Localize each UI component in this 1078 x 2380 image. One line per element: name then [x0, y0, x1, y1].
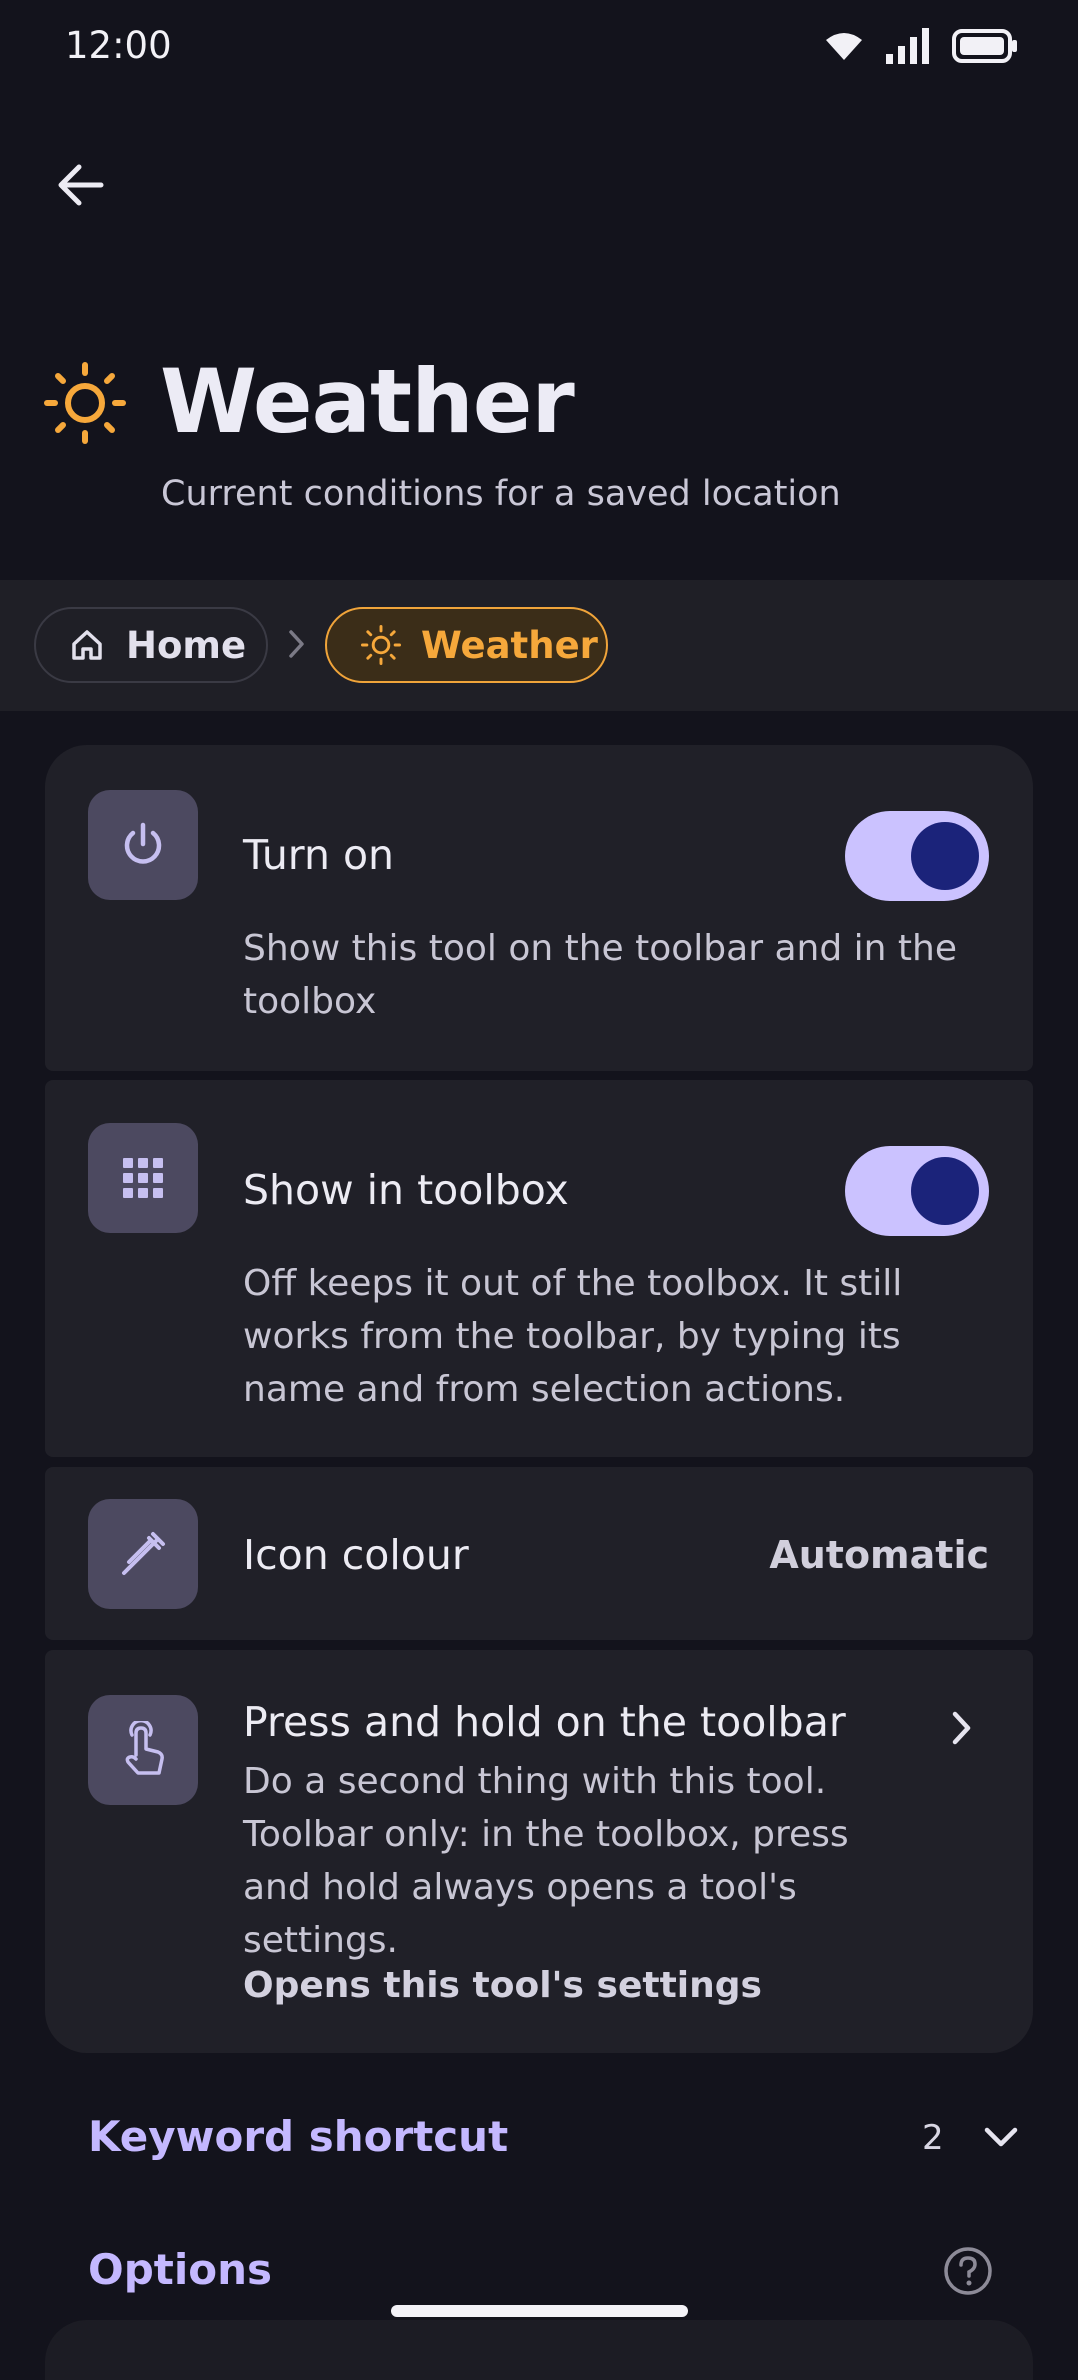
power-icon [124, 822, 162, 864]
show-in-toolbox-setting[interactable]: Show in toolbox Off keeps it out of the … [45, 1080, 1033, 1457]
eyedropper-icon [122, 1532, 165, 1575]
options-header: Options [88, 2245, 272, 2294]
sun-icon [361, 625, 401, 665]
turn-on-setting[interactable]: Turn on Show this tool on the toolbar an… [45, 745, 1033, 1071]
icon-colour-setting[interactable]: Icon colour Automatic [45, 1467, 1033, 1640]
turn-on-toggle[interactable] [845, 811, 989, 901]
turn-on-description: Show this tool on the toolbar and in the… [243, 928, 957, 1022]
press-and-hold-value: Opens this tool's settings [243, 1965, 762, 2006]
toggle-knob [911, 822, 979, 890]
home-indicator[interactable] [391, 2305, 688, 2317]
icon-colour-value: Automatic [769, 1533, 989, 1577]
show-in-toolbox-title: Show in toolbox [243, 1166, 569, 1214]
eyedropper-icon-box [88, 1499, 198, 1609]
grid-icon-box [88, 1123, 198, 1233]
touch-hand-icon [125, 1721, 164, 1775]
battery-icon [952, 29, 1017, 63]
wifi-icon [826, 33, 862, 60]
help-circle-icon[interactable] [942, 2245, 994, 2297]
icon-colour-title: Icon colour [243, 1531, 469, 1579]
touch-hand-icon-box [88, 1695, 198, 1805]
sun-icon [44, 362, 126, 444]
options-card [45, 2320, 1033, 2380]
page-subtitle: Current conditions for a saved location [161, 474, 841, 514]
show-in-toolbox-description: Off keeps it out of the toolbox. It stil… [243, 1263, 903, 1410]
breadcrumb-home-chip[interactable]: Home [34, 607, 268, 683]
signal-icon [886, 28, 929, 64]
keyword-shortcut-count: 2 [922, 2118, 944, 2158]
status-time: 12:00 [65, 24, 172, 67]
power-icon-box [88, 790, 198, 900]
chevron-right-icon[interactable] [949, 1708, 975, 1748]
breadcrumb-current-chip[interactable]: Weather [325, 607, 608, 683]
page-title: Weather [160, 350, 575, 453]
breadcrumb: Home Weather [0, 580, 1078, 711]
keyword-shortcut-header[interactable]: Keyword shortcut [88, 2112, 508, 2161]
press-and-hold-description: Do a second thing with this tool. Toolba… [243, 1761, 849, 1961]
status-icons [824, 28, 1018, 64]
toggle-knob [911, 1157, 979, 1225]
show-in-toolbox-toggle[interactable] [845, 1146, 989, 1236]
home-icon [72, 630, 102, 660]
chevron-right-icon [289, 630, 304, 658]
press-and-hold-title: Press and hold on the toolbar [243, 1698, 846, 1746]
chevron-down-icon[interactable] [982, 2124, 1020, 2150]
breadcrumb-home-label: Home [126, 623, 247, 667]
breadcrumb-current-label: Weather [421, 623, 598, 667]
arrow-left-icon [58, 164, 104, 206]
back-button[interactable] [50, 155, 110, 215]
press-and-hold-setting[interactable]: Press and hold on the toolbar Do a secon… [45, 1650, 1033, 2053]
grid-icon [123, 1158, 163, 1198]
turn-on-title: Turn on [243, 831, 395, 879]
